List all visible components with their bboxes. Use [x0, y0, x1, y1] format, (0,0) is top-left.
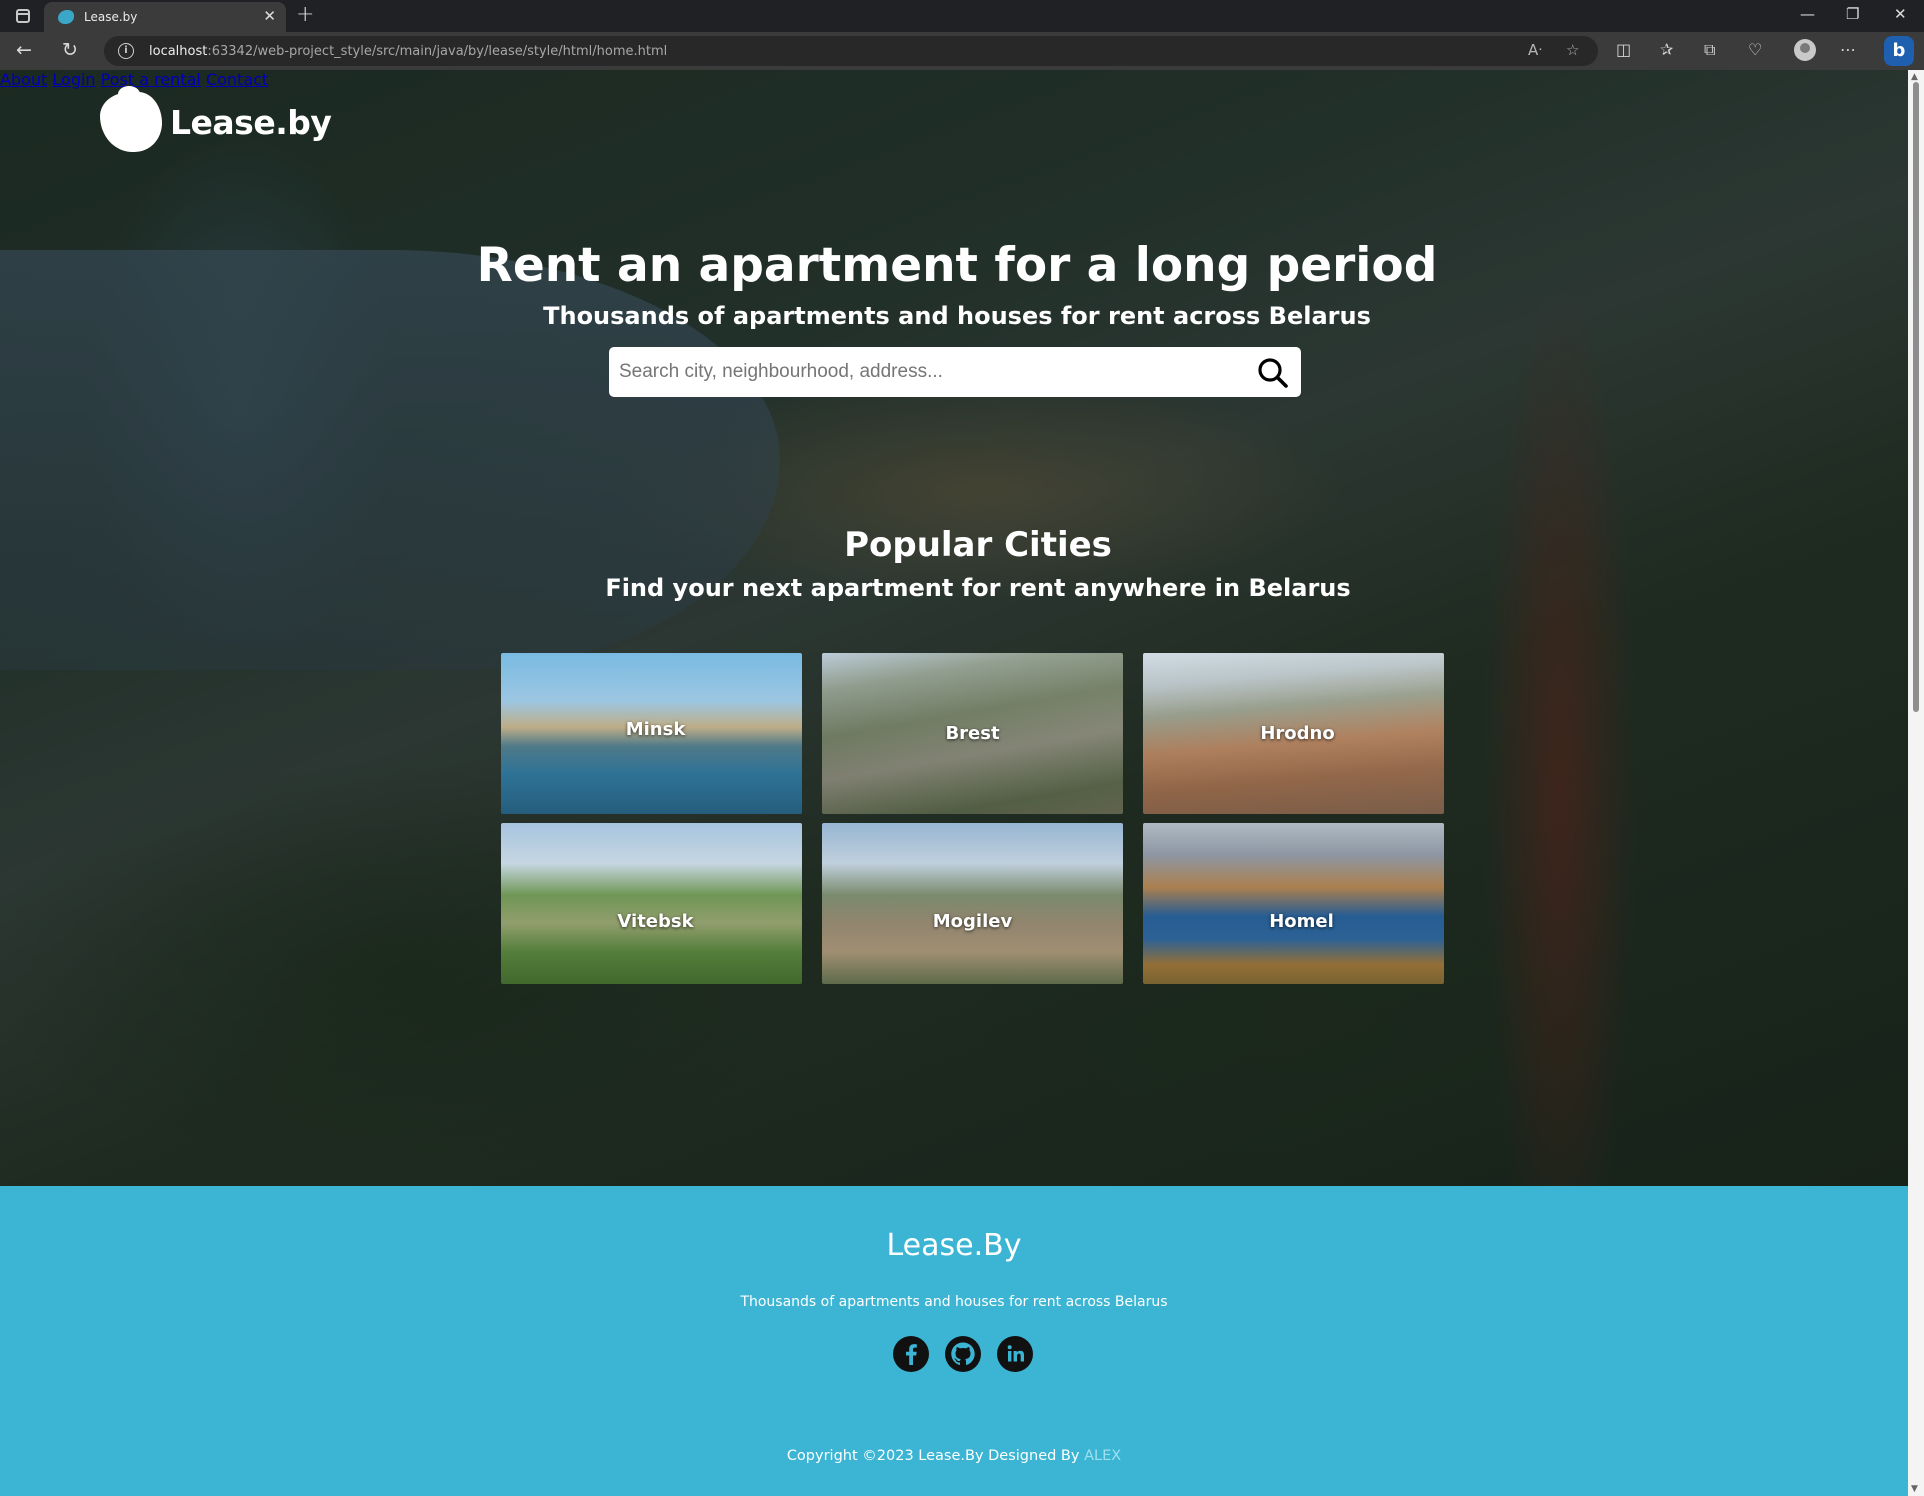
city-name: Homel [1269, 911, 1334, 932]
favicon-icon [58, 10, 74, 24]
refresh-icon[interactable]: ↻ [62, 39, 78, 61]
browser-tabstrip: Lease.by ✕ + — ❐ ✕ [0, 0, 1924, 32]
more-icon[interactable]: ⋯ [1840, 40, 1856, 59]
footer-brand: Lease.By [886, 1228, 1022, 1263]
search-input[interactable] [619, 347, 1239, 397]
browser-essentials-icon[interactable]: ♡ [1748, 40, 1762, 59]
logo-text: Lease.by [170, 102, 332, 142]
site-info-icon[interactable]: i [118, 43, 134, 59]
close-tab-icon[interactable]: ✕ [263, 7, 276, 25]
page-viewport: Lease.by About Login Post a rental Conta… [0, 70, 1908, 1496]
favorite-star-icon[interactable]: ☆ [1566, 41, 1579, 59]
profile-avatar[interactable] [1794, 39, 1816, 61]
browser-tab[interactable]: Lease.by ✕ [44, 2, 286, 32]
page-scrollbar[interactable]: ▲ ▼ [1908, 70, 1924, 1496]
scroll-down-icon[interactable]: ▼ [1911, 1484, 1918, 1494]
copilot-icon[interactable]: b [1884, 36, 1914, 66]
copyright-text: Copyright ©2023 Lease.By Designed By ALE… [786, 1448, 1122, 1464]
read-aloud-icon[interactable]: Aᐧ [1528, 41, 1542, 59]
favorites-icon[interactable]: ✰ [1660, 40, 1673, 59]
hero-subtitle: Thousands of apartments and houses for r… [543, 302, 1371, 330]
close-window-icon[interactable]: ✕ [1894, 5, 1907, 23]
author-link[interactable]: ALEX [1084, 1448, 1121, 1464]
facebook-icon[interactable] [893, 1336, 929, 1372]
city-card-mogilev[interactable]: Mogilev [822, 823, 1123, 984]
site-logo[interactable]: Lease.by [100, 86, 332, 152]
url-text[interactable]: localhost:63342/web-project_style/src/ma… [149, 44, 667, 59]
new-tab-icon[interactable]: + [296, 2, 314, 27]
split-screen-icon[interactable]: ◫ [1616, 40, 1631, 59]
footer-tagline: Thousands of apartments and houses for r… [740, 1294, 1168, 1310]
search-icon[interactable] [1257, 357, 1289, 389]
city-card-homel[interactable]: Homel [1143, 823, 1444, 984]
minimize-icon[interactable]: — [1800, 5, 1815, 23]
browser-toolbar: ← ↻ i localhost:63342/web-project_style/… [0, 32, 1924, 70]
city-card-vitebsk[interactable]: Vitebsk [501, 823, 802, 984]
linkedin-icon[interactable] [997, 1336, 1033, 1372]
search-bar [609, 347, 1301, 397]
popular-cities-subtitle: Find your next apartment for rent anywhe… [605, 574, 1351, 602]
city-name: Brest [945, 723, 1000, 744]
city-card-minsk[interactable]: Minsk [501, 653, 802, 814]
city-name: Vitebsk [617, 911, 694, 932]
restore-icon[interactable]: ❐ [1846, 5, 1859, 23]
city-name: Hrodno [1260, 723, 1335, 744]
city-name: Minsk [625, 719, 686, 740]
address-bar[interactable]: i localhost:63342/web-project_style/src/… [104, 36, 1598, 66]
hero-title: Rent an apartment for a long period [476, 238, 1438, 293]
belarus-map-icon [100, 86, 162, 152]
scroll-up-icon[interactable]: ▲ [1911, 72, 1918, 82]
city-name: Mogilev [932, 911, 1013, 932]
scroll-thumb[interactable] [1913, 82, 1919, 712]
hero-section: Lease.by About Login Post a rental Conta… [0, 70, 1908, 1186]
tab-title: Lease.by [84, 10, 138, 24]
back-icon[interactable]: ← [16, 39, 32, 61]
site-footer: Lease.By Thousands of apartments and hou… [0, 1186, 1908, 1496]
tab-actions-icon[interactable] [16, 9, 30, 23]
collections-icon[interactable]: ⧉ [1704, 40, 1715, 60]
city-card-brest[interactable]: Brest [822, 653, 1123, 814]
github-icon[interactable] [945, 1336, 981, 1372]
popular-cities-title: Popular Cities [844, 525, 1112, 565]
city-card-hrodno[interactable]: Hrodno [1143, 653, 1444, 814]
